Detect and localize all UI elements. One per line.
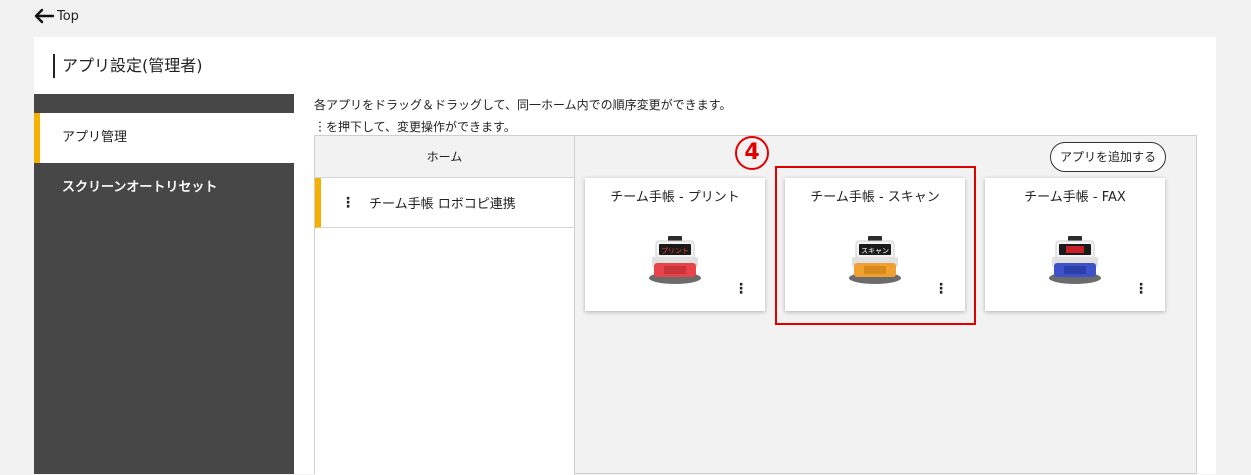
add-app-button[interactable]: アプリを追加する xyxy=(1050,142,1166,172)
app-card-title: チーム手帳 - FAX xyxy=(1024,190,1126,205)
home-list-item[interactable]: ⋮ チーム手帳 ロボコピ連携 xyxy=(315,178,574,228)
svg-text:スキャン: スキャン xyxy=(861,247,889,255)
home-item-label: チーム手帳 ロボコピ連携 xyxy=(369,197,516,212)
home-column: ホーム ⋮ チーム手帳 ロボコピ連携 xyxy=(315,136,575,475)
sidebar-item-app-management[interactable]: アプリ管理 xyxy=(34,113,294,163)
back-label: Top xyxy=(57,8,79,24)
settings-panel: アプリ設定(管理者) アプリ管理 スクリーンオートリセット 各アプリをドラッグ＆… xyxy=(34,37,1216,475)
page-title: アプリ設定(管理者) xyxy=(53,54,203,78)
app-card-print[interactable]: チーム手帳 - プリント プリント ⋮ xyxy=(585,178,765,311)
robot-print-icon: プリント xyxy=(649,236,701,284)
robot-scan-icon: スキャン xyxy=(849,236,901,284)
description-line-2: ︙を押下して、変更操作ができます。 xyxy=(314,120,516,134)
app-card-fax[interactable]: チーム手帳 - FAX ⋮ xyxy=(985,178,1165,311)
arrow-left-icon xyxy=(34,8,55,24)
kebab-menu-icon[interactable]: ⋮ xyxy=(934,282,948,296)
sidebar: アプリ管理 スクリーンオートリセット xyxy=(34,94,294,474)
kebab-menu-icon[interactable]: ⋮ xyxy=(734,282,748,296)
app-card-scan[interactable]: チーム手帳 - スキャン スキャン ⋮ xyxy=(785,178,965,311)
app-card-title: チーム手帳 - スキャン xyxy=(810,190,940,205)
description-line-1: 各アプリをドラッグ＆ドラッグして、同一ホーム内での順序変更ができます。 xyxy=(314,98,732,112)
sidebar-item-screen-auto-reset[interactable]: スクリーンオートリセット xyxy=(34,163,294,213)
step-number-badge: 4 xyxy=(735,136,769,170)
robot-fax-icon xyxy=(1049,236,1101,284)
kebab-menu-icon[interactable]: ⋮ xyxy=(341,196,355,210)
app-card-title: チーム手帳 - プリント xyxy=(610,190,740,205)
svg-text:プリント: プリント xyxy=(661,247,689,255)
back-to-top-link[interactable]: Top xyxy=(33,8,79,24)
app-board: ホーム ⋮ チーム手帳 ロボコピ連携 アプリを追加する チーム手帳 - プリント… xyxy=(314,135,1197,475)
kebab-menu-icon[interactable]: ⋮ xyxy=(1134,282,1148,296)
home-header: ホーム xyxy=(315,136,574,178)
